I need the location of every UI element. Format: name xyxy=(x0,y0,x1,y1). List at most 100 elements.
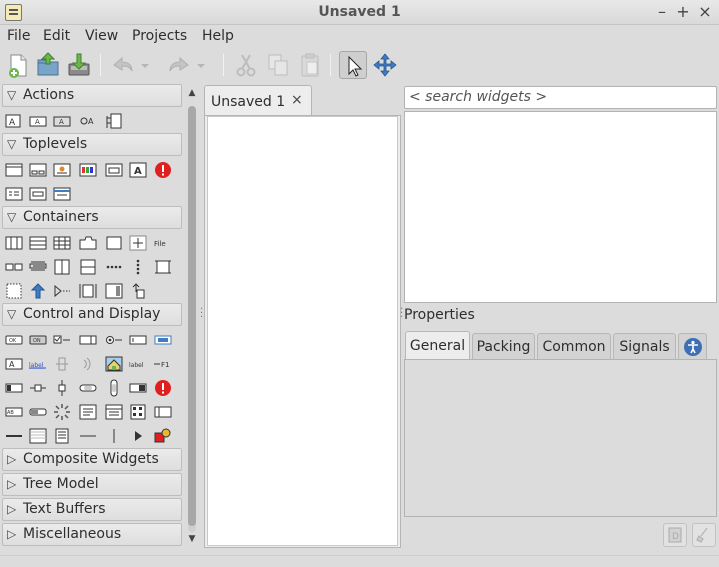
toggle-button-icon[interactable]: ON xyxy=(28,331,48,349)
spinner-icon[interactable] xyxy=(52,403,72,421)
calendar-icon[interactable] xyxy=(153,403,173,421)
notebook-icon[interactable] xyxy=(78,234,98,252)
menu-button-icon[interactable] xyxy=(52,427,72,445)
maximize-button[interactable]: + xyxy=(674,2,692,22)
text-view-icon[interactable] xyxy=(78,403,98,421)
radio-action-icon[interactable]: A xyxy=(52,112,72,130)
table-icon[interactable] xyxy=(4,282,24,300)
vbox-icon[interactable] xyxy=(28,234,48,252)
tab-accessibility[interactable] xyxy=(678,333,707,359)
vscrollbar-icon[interactable] xyxy=(104,379,124,397)
tree-view-icon[interactable] xyxy=(104,403,124,421)
minimize-button[interactable]: – xyxy=(653,2,671,22)
file-chooser-dialog-icon[interactable] xyxy=(104,161,124,179)
menu-edit[interactable]: Edit xyxy=(43,28,70,44)
palette-scrollbar[interactable]: ▲ ▼ xyxy=(186,86,198,546)
viewport-icon[interactable] xyxy=(104,282,124,300)
assistant-icon[interactable] xyxy=(28,185,48,203)
aspect-frame-icon[interactable] xyxy=(78,282,98,300)
scrollbar-thumb[interactable] xyxy=(188,106,196,526)
combo-box-icon[interactable] xyxy=(153,331,173,349)
hseparator-icon[interactable] xyxy=(4,427,24,445)
progress-bar-icon[interactable] xyxy=(4,379,24,397)
switch-icon[interactable] xyxy=(128,379,148,397)
cut-icon[interactable] xyxy=(233,51,259,79)
message-dialog-icon[interactable] xyxy=(153,161,173,179)
action-icon[interactable]: A xyxy=(4,112,24,130)
tool-palette-icon[interactable] xyxy=(128,258,148,276)
file-chooser-widget-icon[interactable]: File xyxy=(153,234,173,252)
about-dialog-icon[interactable] xyxy=(52,161,72,179)
statusbar-icon[interactable]: AB xyxy=(4,403,24,421)
menu-projects[interactable]: Projects xyxy=(132,28,187,44)
vscale-icon[interactable] xyxy=(52,379,72,397)
design-canvas[interactable] xyxy=(207,116,398,546)
palette-group-composite-widgets[interactable]: ▷ Composite Widgets xyxy=(2,448,182,471)
tab-unsaved-1[interactable]: Unsaved 1 × xyxy=(204,85,312,116)
new-file-icon[interactable] xyxy=(5,51,31,79)
scale-button-icon[interactable] xyxy=(78,355,98,373)
close-window-button[interactable]: × xyxy=(696,2,714,22)
toggle-action-icon[interactable]: A xyxy=(28,112,48,130)
tab-common[interactable]: Common xyxy=(537,333,611,359)
palette-group-actions[interactable]: ▽ Actions xyxy=(2,84,182,107)
icon-view-icon[interactable] xyxy=(128,403,148,421)
vpaned-icon[interactable] xyxy=(78,258,98,276)
paste-icon[interactable] xyxy=(297,51,323,79)
redo-dropdown-icon[interactable] xyxy=(194,51,208,79)
palette-group-containers[interactable]: ▽ Containers xyxy=(2,206,182,229)
palette-group-text-buffers[interactable]: ▷ Text Buffers xyxy=(2,498,182,521)
hscrollbar-icon[interactable] xyxy=(78,379,98,397)
action-group-icon[interactable] xyxy=(104,112,124,130)
undo-icon[interactable] xyxy=(110,51,136,79)
save-file-icon[interactable] xyxy=(66,51,92,79)
spin-button-icon[interactable] xyxy=(78,331,98,349)
expander-icon[interactable] xyxy=(52,282,72,300)
vseparator-icon[interactable] xyxy=(104,427,124,445)
drag-resize-icon[interactable] xyxy=(372,51,398,79)
event-box-icon[interactable] xyxy=(128,282,148,300)
info-bar-error-icon[interactable] xyxy=(153,379,173,397)
toolbar-widget-icon[interactable] xyxy=(104,258,124,276)
image-icon[interactable] xyxy=(104,355,124,373)
hpaned-icon[interactable] xyxy=(52,258,72,276)
open-file-icon[interactable] xyxy=(35,51,61,79)
font-chooser-dialog-icon[interactable]: A xyxy=(128,161,148,179)
docs-button[interactable]: D xyxy=(663,523,687,547)
palette-group-tree-model[interactable]: ▷ Tree Model xyxy=(2,473,182,496)
frame-icon[interactable] xyxy=(104,234,124,252)
selector-pointer-icon[interactable] xyxy=(339,51,367,79)
palette-pane-grip[interactable]: · · · xyxy=(200,305,203,323)
recent-chooser-dialog-icon[interactable] xyxy=(4,185,24,203)
button-box-icon[interactable] xyxy=(4,258,24,276)
palette-group-miscellaneous[interactable]: ▷ Miscellaneous xyxy=(2,523,182,546)
copy-icon[interactable] xyxy=(265,51,291,79)
undo-dropdown-icon[interactable] xyxy=(138,51,152,79)
menu-bar-icon[interactable] xyxy=(28,258,48,276)
color-chooser-dialog-icon[interactable] xyxy=(78,161,98,179)
drawing-area-icon[interactable] xyxy=(28,427,48,445)
search-widgets-input[interactable]: < search widgets > xyxy=(404,86,717,109)
menu-file[interactable]: File xyxy=(7,28,30,44)
clear-button[interactable] xyxy=(692,523,716,547)
widget-tree-view[interactable] xyxy=(404,111,717,303)
menu-help[interactable]: Help xyxy=(202,28,234,44)
hbox-icon[interactable] xyxy=(4,234,24,252)
level-bar-icon[interactable] xyxy=(28,403,48,421)
recent-action-icon[interactable]: A xyxy=(78,112,98,130)
separator-icon[interactable] xyxy=(78,427,98,445)
dialog-icon[interactable] xyxy=(28,161,48,179)
scrolled-window-icon[interactable] xyxy=(28,282,48,300)
button-icon[interactable]: OK xyxy=(4,331,24,349)
radio-button-icon[interactable] xyxy=(104,331,124,349)
offscreen-window-icon[interactable] xyxy=(52,185,72,203)
volume-button-icon[interactable] xyxy=(52,355,72,373)
label-icon[interactable]: label xyxy=(128,355,148,373)
font-button-icon[interactable]: A xyxy=(4,355,24,373)
palette-group-toplevels[interactable]: ▽ Toplevels xyxy=(2,133,182,156)
entry-icon[interactable] xyxy=(128,331,148,349)
arrow-icon[interactable] xyxy=(128,427,148,445)
scroll-up-icon[interactable]: ▲ xyxy=(186,88,198,98)
window-icon[interactable] xyxy=(4,161,24,179)
redo-icon[interactable] xyxy=(166,51,192,79)
